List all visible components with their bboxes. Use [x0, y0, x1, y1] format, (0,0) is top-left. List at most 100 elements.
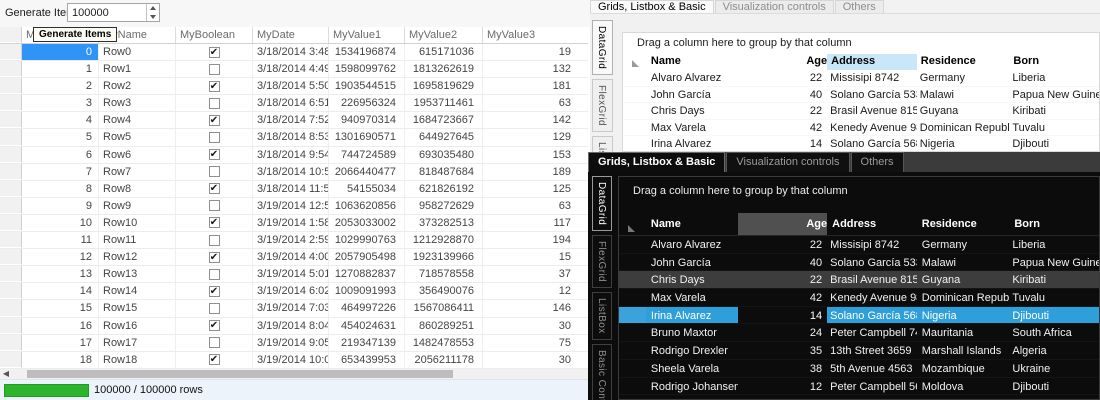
- generate-items-input[interactable]: [68, 4, 146, 21]
- table-row[interactable]: 10Row10 ✔ 3/19/2014 1:58 AM205303300237328…: [0, 214, 588, 233]
- table-row[interactable]: Alvaro Alvarez 22 Missisipi 8742 Germany Lib…: [619, 236, 1099, 254]
- table-row[interactable]: 16Row16 ✔ 3/19/2014 8:04 AM454024631860289…: [0, 317, 588, 335]
- side-tab-datagrid[interactable]: DataGrid: [592, 176, 612, 232]
- row-header-cell[interactable]: [623, 103, 647, 119]
- table-row[interactable]: 5Row5 3/18/2014 8:53 PM130169057164492764…: [0, 129, 588, 147]
- checkbox[interactable]: [208, 200, 220, 212]
- row-header-cell[interactable]: [0, 197, 22, 214]
- checkbox[interactable]: ✔: [208, 320, 220, 332]
- row-header-cell[interactable]: [0, 266, 22, 283]
- row-header-cell[interactable]: [0, 61, 22, 78]
- column-header-mydate[interactable]: MyDate: [253, 27, 329, 43]
- row-header-cell[interactable]: [0, 180, 22, 197]
- row-header-cell[interactable]: [0, 232, 22, 249]
- column-header-name[interactable]: Name: [646, 213, 738, 235]
- table-row[interactable]: 4Row4 ✔ 3/18/2014 7:52 PM94097031416847236…: [0, 112, 588, 130]
- table-row[interactable]: Leonard Johnsen45Missisipi 6826Kazakhsta…: [619, 395, 1099, 399]
- row-header-cell[interactable]: [619, 324, 646, 341]
- row-header-cell[interactable]: [0, 334, 22, 351]
- table-row[interactable]: 11Row11 3/19/2014 2:59 AM1029990763121292…: [0, 232, 588, 250]
- row-header-cell[interactable]: [0, 214, 22, 232]
- row-header-cell[interactable]: [0, 95, 22, 112]
- table-row[interactable]: 0Row0 ✔ 3/18/2014 3:48 PM15341968746151710…: [0, 44, 588, 62]
- side-tab-listbox[interactable]: ListBox: [592, 136, 613, 152]
- row-header-cell[interactable]: [0, 112, 22, 129]
- row-header-cell[interactable]: [623, 136, 647, 151]
- checkbox[interactable]: ✔: [208, 46, 220, 58]
- table-row[interactable]: 6Row6 ✔ 3/18/2014 9:54 PM74472458969303548…: [0, 146, 588, 164]
- column-header-age[interactable]: Age: [737, 213, 828, 235]
- row-header-cell[interactable]: [0, 44, 22, 61]
- column-header-myvalue3[interactable]: MyValue3: [483, 27, 588, 43]
- table-row[interactable]: Rodrigo Drexler 35 13th Street 3659 Marshal…: [619, 342, 1099, 360]
- checkbox[interactable]: [208, 63, 220, 75]
- horizontal-scrollbar[interactable]: ◀: [0, 369, 588, 379]
- column-header-name[interactable]: Name: [647, 54, 738, 70]
- checkbox[interactable]: ✔: [208, 183, 220, 195]
- checkbox[interactable]: [208, 337, 220, 349]
- table-row[interactable]: Chris Days 22 Brasil Avenue 8155 Guyana Kiri…: [623, 103, 1099, 120]
- row-header-cell[interactable]: [0, 283, 22, 300]
- table-row[interactable]: 12Row12 ✔ 3/19/2014 4:00 AM205790549819231…: [0, 249, 588, 267]
- table-row[interactable]: 3Row3 3/18/2014 6:51 PM226956324195371146…: [0, 95, 588, 113]
- checkbox[interactable]: ✔: [208, 354, 220, 366]
- table-row[interactable]: 17Row17 3/19/2014 9:05 AM2193471391482478…: [0, 334, 588, 352]
- tab-grids-listbox-basic[interactable]: Grids, Listbox & Basic: [590, 0, 714, 13]
- table-row[interactable]: Alvaro Alvarez 22 Missisipi 8742 Germany Lib…: [623, 70, 1099, 87]
- spin-up-button[interactable]: [147, 4, 159, 13]
- column-header-address[interactable]: Address: [827, 213, 917, 235]
- row-header-cell[interactable]: [0, 249, 22, 266]
- row-header-cell[interactable]: [619, 289, 646, 306]
- row-header-cell[interactable]: [0, 163, 22, 180]
- table-row[interactable]: John García40Solano García 5334MalawiPap…: [619, 253, 1099, 272]
- column-header-residence[interactable]: Residence: [917, 54, 1010, 70]
- table-row[interactable]: 15Row15 3/19/2014 7:03 AM4649972261567086…: [0, 300, 588, 318]
- scroll-left-icon[interactable]: ◀: [0, 369, 12, 379]
- checkbox[interactable]: ✔: [208, 149, 220, 161]
- row-header-cell[interactable]: [619, 254, 646, 271]
- column-header-address[interactable]: Address: [827, 54, 917, 70]
- row-header-cell[interactable]: [0, 317, 22, 334]
- table-row[interactable]: John García40Solano García 5334MalawiPap…: [623, 87, 1099, 104]
- checkbox[interactable]: [208, 166, 220, 178]
- row-header-cell[interactable]: [619, 395, 646, 399]
- table-row[interactable]: 9Row9 3/19/2014 12:57 AM10636208569582726…: [0, 197, 588, 215]
- checkbox[interactable]: ✔: [208, 80, 220, 92]
- table-row[interactable]: Max Varela42Kenedy Avenue 9852Dominican …: [623, 120, 1099, 137]
- row-header-cell[interactable]: [0, 351, 22, 368]
- column-header-residence[interactable]: Residence: [917, 213, 1010, 235]
- checkbox[interactable]: ✔: [208, 251, 220, 263]
- table-row[interactable]: Max Varela42Kenedy Avenue 9852Dominican …: [619, 289, 1099, 307]
- row-header-cell[interactable]: [623, 120, 647, 136]
- spinner-buttons[interactable]: [146, 4, 159, 21]
- row-header-cell[interactable]: [619, 360, 646, 377]
- spin-down-button[interactable]: [147, 13, 159, 22]
- checkbox[interactable]: ✔: [208, 285, 220, 297]
- row-header-cell[interactable]: [0, 129, 22, 146]
- table-row[interactable]: Rodrigo Johansen 12 Peter Campbell 5630 Mol…: [619, 377, 1099, 396]
- table-row[interactable]: 7Row7 3/18/2014 10:55 PM20664404778184876…: [0, 163, 588, 181]
- table-row[interactable]: 13Row13 3/19/2014 5:01 AM1270882837718578…: [0, 266, 588, 284]
- side-tab-basic-controls[interactable]: Basic Controls: [592, 343, 612, 400]
- side-tab-flexgrid[interactable]: FlexGrid: [592, 79, 613, 133]
- checkbox[interactable]: ✔: [208, 114, 220, 126]
- column-header-myvalue2[interactable]: MyValue2: [405, 27, 483, 43]
- table-row[interactable]: Sheela Varela 38 5th Avenue 4563 Mozambique…: [619, 359, 1099, 378]
- checkbox[interactable]: ✔: [208, 217, 220, 229]
- row-header-cell[interactable]: [623, 87, 647, 103]
- table-row[interactable]: 8Row8 ✔ 3/18/2014 11:56 PM5415503462182619…: [0, 180, 588, 198]
- row-header-cell[interactable]: [619, 306, 646, 324]
- row-header-cell[interactable]: [619, 271, 646, 289]
- table-row[interactable]: Irina Alvarez14Solano García 5682Nigeria…: [619, 306, 1099, 325]
- row-header-cell[interactable]: [0, 78, 22, 95]
- row-header-cell[interactable]: [0, 300, 22, 317]
- checkbox[interactable]: [208, 234, 220, 246]
- tab-others[interactable]: Others: [834, 0, 884, 13]
- side-tab-flexgrid[interactable]: FlexGrid: [592, 235, 612, 289]
- table-row[interactable]: Bruno Maxtor 24 Peter Campbell 7490 Maurita…: [619, 324, 1099, 343]
- side-tab-datagrid[interactable]: DataGrid: [592, 20, 613, 76]
- tab-grids-listbox-basic[interactable]: Grids, Listbox & Basic: [588, 152, 726, 172]
- column-header-born[interactable]: Born: [1009, 54, 1099, 70]
- column-header-born[interactable]: Born: [1009, 213, 1099, 235]
- checkbox[interactable]: [208, 97, 220, 109]
